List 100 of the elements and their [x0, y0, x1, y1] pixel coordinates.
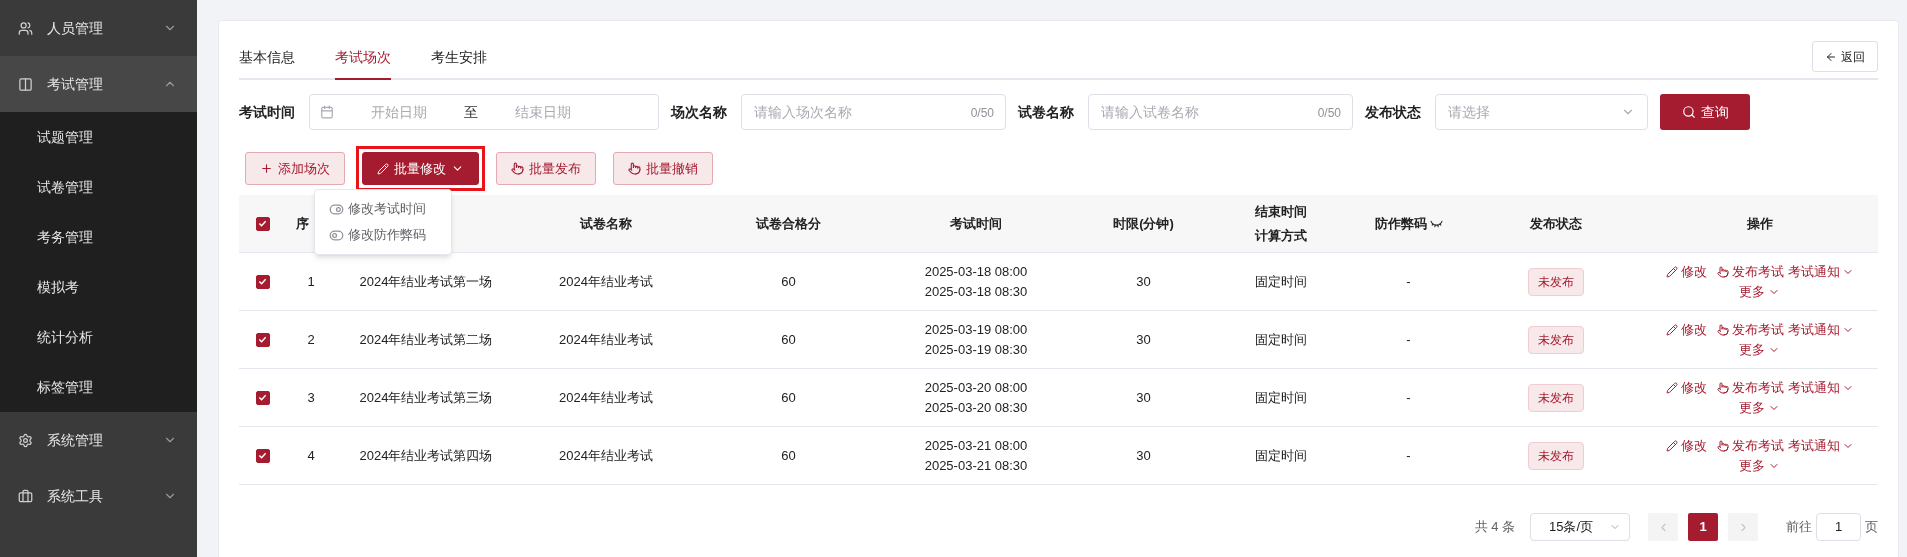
page-button[interactable]: 1 [1688, 513, 1718, 541]
sidebar-menu-item[interactable]: 系统工具 [0, 468, 197, 524]
total-count: 共 4 条 [1474, 518, 1515, 537]
table-cell-text: 30 [1136, 388, 1151, 407]
action-button[interactable]: 批量撤销 [613, 152, 713, 185]
table-cell-text: 2025-03-19 08:00 [924, 320, 1028, 339]
table-cell-text: 2024年结业考试 [559, 388, 653, 407]
more-dropdown-link[interactable]: 更多 [1739, 455, 1780, 476]
sidebar-submenu-item[interactable]: 标签管理 [0, 362, 197, 412]
date-range-field[interactable]: 开始日期 至 结束日期 [309, 94, 659, 130]
table-cell-text: 2025-03-21 08:00 [924, 436, 1028, 455]
dropdown-menu-item[interactable]: 修改考试时间 [315, 196, 451, 222]
notice-dropdown-link[interactable]: 考试通知 [1787, 319, 1854, 340]
table-cell-text: 2025-03-18 08:00 [924, 262, 1028, 281]
table-cell-text: 固定时间 [1255, 272, 1307, 291]
action-button[interactable]: 批量发布 [496, 152, 596, 185]
table-cell-text: 30 [1136, 330, 1151, 349]
page-suffix: 页 [1865, 518, 1878, 537]
table-cell-text: 固定时间 [1255, 388, 1307, 407]
status-badge: 未发布 [1528, 325, 1584, 354]
more-dropdown-link[interactable]: 更多 [1739, 397, 1780, 418]
edit-link[interactable]: 修改 [1665, 435, 1707, 456]
tab[interactable]: 考试场次 [335, 39, 391, 80]
back-button[interactable]: 返回 [1812, 41, 1878, 72]
table-cell-text: 60 [781, 330, 796, 349]
table-cell-text: 30 [1136, 272, 1151, 291]
table-cell-text: - [1406, 388, 1411, 407]
table-cell-text: 2025-03-21 08:30 [924, 456, 1028, 475]
table-cell-text: 2024年结业考试 [559, 272, 653, 291]
sidebar-menu-item[interactable]: 系统管理 [0, 412, 197, 468]
dropdown-button[interactable]: 批量修改 [362, 152, 479, 185]
table-cell-text: 2025-03-20 08:00 [924, 378, 1028, 397]
publish-link[interactable]: 发布考试 [1716, 261, 1784, 282]
status-badge: 未发布 [1528, 383, 1584, 412]
column-header: 防作弊码 [1374, 214, 1427, 233]
notice-dropdown-link[interactable]: 考试通知 [1787, 377, 1854, 398]
table-cell-text: 固定时间 [1255, 446, 1307, 465]
dropdown-menu-item[interactable]: 修改防作弊码 [315, 222, 451, 248]
sidebar-menu-item[interactable]: 考试管理 [0, 56, 197, 112]
column-header: 结束时间 [1255, 202, 1307, 221]
status-badge: 未发布 [1528, 441, 1584, 470]
table-cell-text: 60 [781, 388, 796, 407]
more-dropdown-link[interactable]: 更多 [1739, 339, 1780, 360]
notice-dropdown-link[interactable]: 考试通知 [1787, 435, 1854, 456]
filter-label: 考试时间 [239, 102, 295, 122]
table-cell-text: 30 [1136, 446, 1151, 465]
character-counter: 0/50 [1317, 105, 1341, 122]
table-cell-text: 2024年结业考试第四场 [359, 446, 493, 465]
sidebar-submenu-item[interactable]: 模拟考 [0, 262, 197, 312]
table-cell-text: 60 [781, 446, 796, 465]
column-header: 操作 [1746, 214, 1773, 233]
table-cell-text: 4 [307, 446, 315, 465]
table-cell-text: 2024年结业考试第三场 [359, 388, 493, 407]
filter-label: 场次名称 [671, 102, 727, 122]
table-cell-text: 2024年结业考试 [559, 330, 653, 349]
sidebar-menu-item[interactable]: 人员管理 [0, 0, 197, 56]
column-header: 考试时间 [950, 214, 1002, 233]
column-header: 试卷合格分 [756, 214, 821, 233]
table-cell-text: 2025-03-18 08:30 [924, 282, 1028, 301]
tab[interactable]: 基本信息 [239, 39, 295, 80]
table-cell-text: 3 [307, 388, 315, 407]
table-cell-text: - [1406, 272, 1411, 291]
sidebar-submenu-item[interactable]: 统计分析 [0, 312, 197, 362]
sidebar-submenu-item[interactable]: 试题管理 [0, 112, 197, 162]
column-header: 试卷名称 [580, 214, 632, 233]
publish-link[interactable]: 发布考试 [1716, 435, 1784, 456]
status-badge: 未发布 [1528, 267, 1584, 296]
sidebar-submenu-item[interactable]: 试卷管理 [0, 162, 197, 212]
table-cell-text: 2024年结业考试 [559, 446, 653, 465]
column-header: 序 [296, 214, 309, 233]
goto-label: 前往 [1786, 518, 1812, 537]
column-header: 计算方式 [1255, 226, 1307, 245]
action-button[interactable]: 添加场次 [245, 152, 345, 185]
column-header: 时限(分钟) [1113, 214, 1174, 233]
edit-link[interactable]: 修改 [1665, 319, 1707, 340]
table-cell-text: - [1406, 330, 1411, 349]
tab[interactable]: 考生安排 [431, 39, 487, 80]
edit-link[interactable]: 修改 [1665, 377, 1707, 398]
filter-label: 发布状态 [1365, 102, 1421, 122]
sidebar-submenu-item[interactable]: 考务管理 [0, 212, 197, 262]
table-cell-text: 固定时间 [1255, 330, 1307, 349]
column-header: 发布状态 [1530, 214, 1582, 233]
table-cell-text: 2 [307, 330, 315, 349]
table-cell-text: 2024年结业考试第二场 [359, 330, 493, 349]
table-cell-text: 2025-03-20 08:30 [924, 398, 1028, 417]
character-counter: 0/50 [970, 105, 994, 122]
filter-label: 试卷名称 [1018, 102, 1074, 122]
page-number-field[interactable]: 1 [1816, 513, 1861, 541]
more-dropdown-link[interactable]: 更多 [1739, 281, 1780, 302]
search-button[interactable]: 查询 [1660, 94, 1750, 130]
table-cell-text: 2024年结业考试第一场 [359, 272, 493, 291]
table-cell-text: 2025-03-19 08:30 [924, 340, 1028, 359]
notice-dropdown-link[interactable]: 考试通知 [1787, 261, 1854, 282]
table-cell-text: 1 [307, 272, 315, 291]
publish-link[interactable]: 发布考试 [1716, 319, 1784, 340]
page-size-select[interactable]: 15条/页 [1530, 513, 1630, 541]
table-cell-text: - [1406, 446, 1411, 465]
table-cell-text: 60 [781, 272, 796, 291]
edit-link[interactable]: 修改 [1665, 261, 1707, 282]
publish-link[interactable]: 发布考试 [1716, 377, 1784, 398]
